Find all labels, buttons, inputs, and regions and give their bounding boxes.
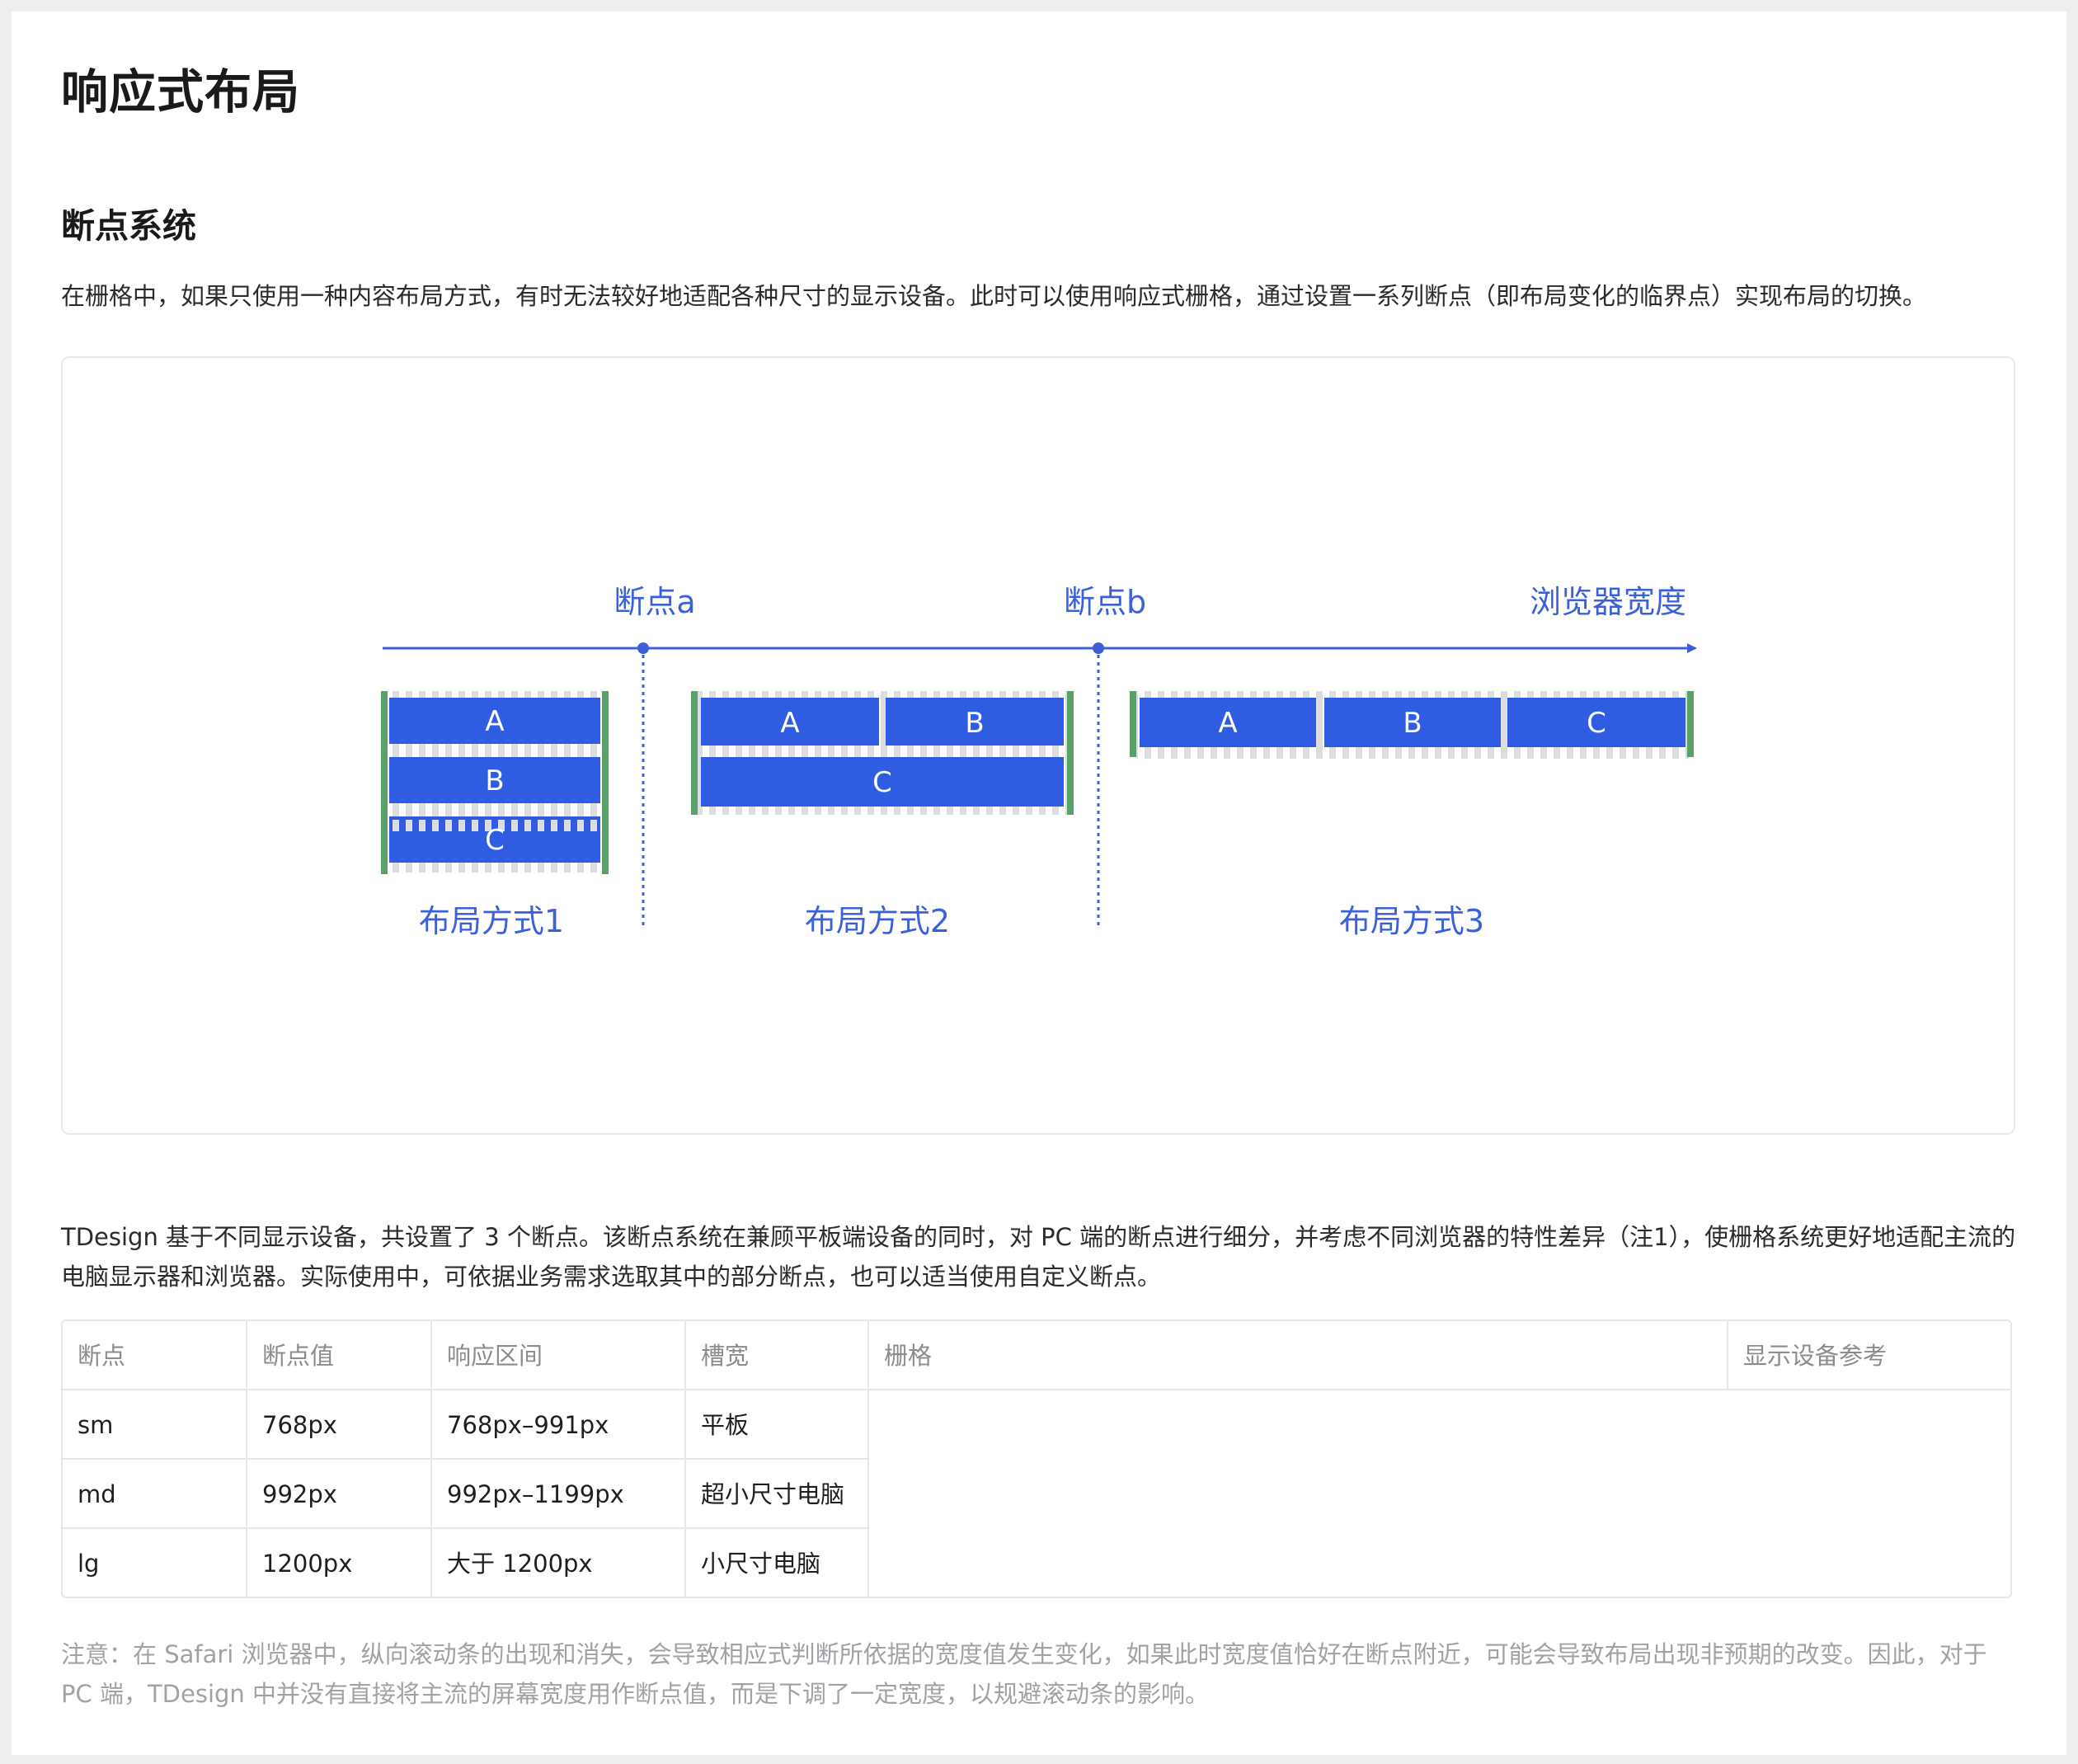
table-header-cell: 栅格 [869,1321,1728,1390]
layout-3-right-edge [1687,691,1694,757]
description-paragraph: TDesign 基于不同显示设备，共设置了 3 个断点。该断点系统在兼顾平板端设… [61,1223,2016,1291]
section-title: 断点系统 [61,206,196,246]
layout-1-right-edge [602,691,609,874]
layout-1-left-edge [381,691,388,874]
table-header-cell: 响应区间 [432,1321,686,1390]
page: 响应式布局 断点系统 在栅格中，如果只使用一种内容布局方式，有时无法较好地适配各… [12,12,2066,1755]
table-cell: 大于 1200px [432,1529,686,1597]
layout-1-label-c: C [485,824,505,857]
table-header-cell: 断点 [63,1321,247,1390]
layout-2-title: 布局方式2 [805,903,950,939]
safari-note: 注意：在 Safari 浏览器中，纵向滚动条的出现和消失，会导致相应式判断所依据… [61,1640,1987,1708]
layout-3-group: A B C 布局方式3 [1130,691,1694,939]
table-cell: sm [63,1390,247,1460]
layout-1-label-b: B [485,764,504,797]
table-cell: lg [63,1529,247,1597]
table-cell: 1200px [247,1529,432,1597]
layout-2-label-a: A [780,707,799,740]
table-cell: md [63,1460,247,1529]
table-header-cell: 显示设备参考 [1743,1342,1888,1370]
layout-1-group: A B C 布局方式1 [381,691,609,939]
layout-2-group: A B C 布局方式2 [691,691,1074,939]
axis-label: 浏览器宽度 [1530,584,1686,620]
table-row: sm 768px 768px–991px 平板 [63,1390,2010,1460]
layout-3-label-b: B [1403,707,1422,740]
table-header-cell: 断点值 [247,1321,432,1390]
table-cell: 992px–1199px [432,1460,686,1529]
table-cell: 超小尺寸电脑 [686,1460,869,1529]
table-header-cell: 槽宽 [686,1321,869,1390]
breakpoint-diagram: 断点a 断点b 浏览器宽度 A B C 布局方式1 A B C 布局方式2 A … [61,356,2015,1135]
table-row: lg 1200px 大于 1200px 小尺寸电脑 [63,1529,2010,1597]
layout-2-right-edge [1067,691,1074,815]
table-cell: 小尺寸电脑 [686,1529,869,1597]
table-cell: 平板 [686,1390,869,1460]
layout-2-left-edge [691,691,698,815]
table-cell: 992px [247,1460,432,1529]
layout-1-label-a: A [485,705,504,738]
breakpoint-diagram-svg: 断点a 断点b 浏览器宽度 A B C 布局方式1 A B C 布局方式2 A … [381,584,1697,939]
breakpoint-a-label: 断点a [614,584,695,620]
layout-3-title: 布局方式3 [1339,903,1484,939]
layout-2-label-c: C [872,766,892,799]
layout-3-label-c: C [1587,707,1606,740]
layout-3-label-a: A [1218,707,1237,740]
breakpoint-table: 断点 断点值 响应区间 槽宽 栅格 显示设备参考 sm 768px 768px–… [61,1319,2012,1598]
breakpoint-b-dot [1093,642,1104,654]
layout-2-label-b: B [965,707,984,740]
table-cell: 768px–991px [432,1390,686,1460]
layout-1-title: 布局方式1 [419,903,564,939]
table-header-row: 断点 断点值 响应区间 槽宽 栅格 显示设备参考 [63,1321,2010,1390]
layout-3-left-edge [1130,691,1136,757]
intro-paragraph: 在栅格中，如果只使用一种内容布局方式，有时无法较好地适配各种尺寸的显示设备。此时… [61,282,1927,310]
page-title: 响应式布局 [61,65,300,120]
table-row: md 992px 992px–1199px 超小尺寸电脑 [63,1460,2010,1529]
breakpoint-b-label: 断点b [1064,584,1146,620]
table-cell: 768px [247,1390,432,1460]
breakpoint-a-dot [637,642,649,654]
